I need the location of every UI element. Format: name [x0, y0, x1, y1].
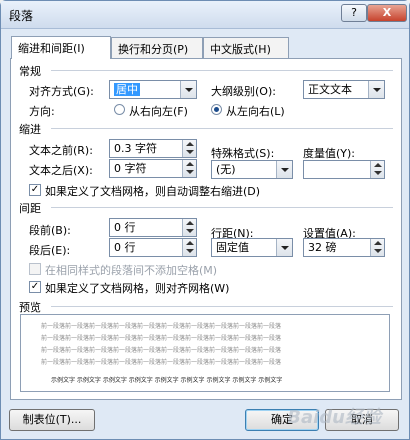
- dialog-title: 段落: [9, 9, 34, 23]
- paragraph-dialog: 段落 ? X 缩进和间距(I) 换行和分页(P) 中文版式(H) 常规 对齐方式…: [0, 0, 410, 440]
- divider: [51, 306, 393, 307]
- alignment-select[interactable]: 居中: [109, 80, 197, 99]
- indent-before-label: 文本之前(R):: [29, 144, 93, 157]
- tab-indent-spacing[interactable]: 缩进和间距(I): [11, 36, 111, 59]
- tab-asian-typography[interactable]: 中文版式(H): [203, 37, 289, 59]
- chevron-down-icon: [276, 161, 292, 178]
- help-button[interactable]: ?: [341, 4, 367, 22]
- section-spacing: 间距: [19, 202, 41, 215]
- indent-before-spinner[interactable]: 0.3 字符: [109, 139, 197, 158]
- spinner-arrows-icon[interactable]: [182, 219, 196, 236]
- chevron-down-icon: [276, 239, 292, 256]
- snap-to-grid-checkbox[interactable]: ✓: [29, 281, 41, 293]
- preview-sample-line: 示例文字 示例文字 示例文字 示例文字 示例文字 示例文字 示例文字 示例文字 …: [51, 377, 283, 384]
- indent-after-spinner[interactable]: 0 字符: [109, 159, 197, 178]
- spacing-before-label: 段前(B):: [29, 224, 71, 237]
- spacing-before-value: 0 行: [114, 221, 136, 234]
- spacing-at-value: 32 磅: [308, 241, 337, 254]
- ltr-label: 从左向右(L): [226, 105, 285, 118]
- no-space-same-style-label: 在相同样式的段落间不添加空格(M): [45, 264, 218, 277]
- preview-prev-line: 前一段落前一段落前一段落前一段落前一段落前一段落前一段落前一段落前一段落前一段落: [41, 323, 282, 330]
- chevron-down-icon: [368, 81, 384, 98]
- preview-box: 前一段落前一段落前一段落前一段落前一段落前一段落前一段落前一段落前一段落前一段落…: [20, 314, 390, 392]
- watermark-logo: Baidu经验: [287, 407, 381, 428]
- spacing-after-value: 0 行: [114, 241, 136, 254]
- divider: [51, 207, 393, 208]
- preview-prev-line: 前一段落前一段落前一段落前一段落前一段落前一段落前一段落前一段落前一段落前一段落: [41, 359, 282, 366]
- ltr-radio[interactable]: [211, 104, 222, 115]
- section-indent: 缩进: [19, 123, 41, 136]
- snap-to-grid-label: 如果定义了文档网格，则对齐网格(W): [45, 282, 230, 295]
- divider: [51, 70, 393, 71]
- auto-adjust-checkbox[interactable]: ✓: [29, 184, 41, 196]
- close-button[interactable]: X: [367, 4, 407, 22]
- spacing-after-spinner[interactable]: 0 行: [109, 238, 197, 257]
- indent-before-value: 0.3 字符: [114, 142, 157, 155]
- tab-panel: 常规 对齐方式(G): 居中 大纲级别(O): 正文文本 方向: 从右向左(F)…: [10, 58, 402, 400]
- chevron-down-icon: [180, 81, 196, 98]
- auto-adjust-label: 如果定义了文档网格，则自动调整右缩进(D): [45, 185, 261, 198]
- spinner-arrows-icon[interactable]: [182, 140, 196, 157]
- preview-prev-line: 前一段落前一段落前一段落前一段落前一段落前一段落前一段落前一段落前一段落前一段落: [41, 335, 282, 342]
- outline-level-value: 正文文本: [308, 83, 352, 96]
- tab-line-page-breaks[interactable]: 换行和分页(P): [111, 37, 203, 59]
- spinner-arrows-icon[interactable]: [370, 239, 384, 256]
- rtl-radio[interactable]: [114, 104, 125, 115]
- special-indent-label: 特殊格式(S):: [211, 147, 275, 160]
- spinner-arrows-icon[interactable]: [182, 160, 196, 177]
- section-preview: 预览: [19, 301, 41, 314]
- direction-label: 方向:: [29, 105, 55, 118]
- alignment-label: 对齐方式(G):: [29, 85, 94, 98]
- spinner-arrows-icon[interactable]: [182, 239, 196, 256]
- spacing-at-spinner[interactable]: 32 磅: [303, 238, 385, 257]
- spinner-arrows-icon[interactable]: [370, 161, 384, 178]
- indent-after-label: 文本之后(X):: [29, 164, 93, 177]
- preview-prev-line: 前一段落前一段落前一段落前一段落前一段落前一段落前一段落前一段落前一段落前一段落: [41, 347, 282, 354]
- no-space-same-style-checkbox[interactable]: [29, 263, 41, 275]
- indent-after-value: 0 字符: [114, 162, 147, 175]
- line-spacing-value: 固定值: [216, 241, 249, 254]
- special-indent-select[interactable]: (无): [211, 160, 293, 179]
- line-spacing-select[interactable]: 固定值: [211, 238, 293, 257]
- tabs-button[interactable]: 制表位(T)...: [9, 409, 95, 431]
- rtl-label: 从右向左(F): [129, 105, 188, 118]
- spacing-before-spinner[interactable]: 0 行: [109, 218, 197, 237]
- outline-level-select[interactable]: 正文文本: [303, 80, 385, 99]
- spacing-after-label: 段后(E):: [29, 244, 71, 257]
- section-general: 常规: [19, 65, 41, 78]
- outline-level-label: 大纲级别(O):: [211, 85, 276, 98]
- special-indent-value: (无): [216, 163, 236, 176]
- measure-label: 度量值(Y):: [303, 147, 356, 160]
- divider: [51, 128, 393, 129]
- title-bar: 段落 ? X: [1, 1, 409, 29]
- alignment-value: 居中: [114, 83, 140, 96]
- measure-spinner[interactable]: [303, 160, 385, 179]
